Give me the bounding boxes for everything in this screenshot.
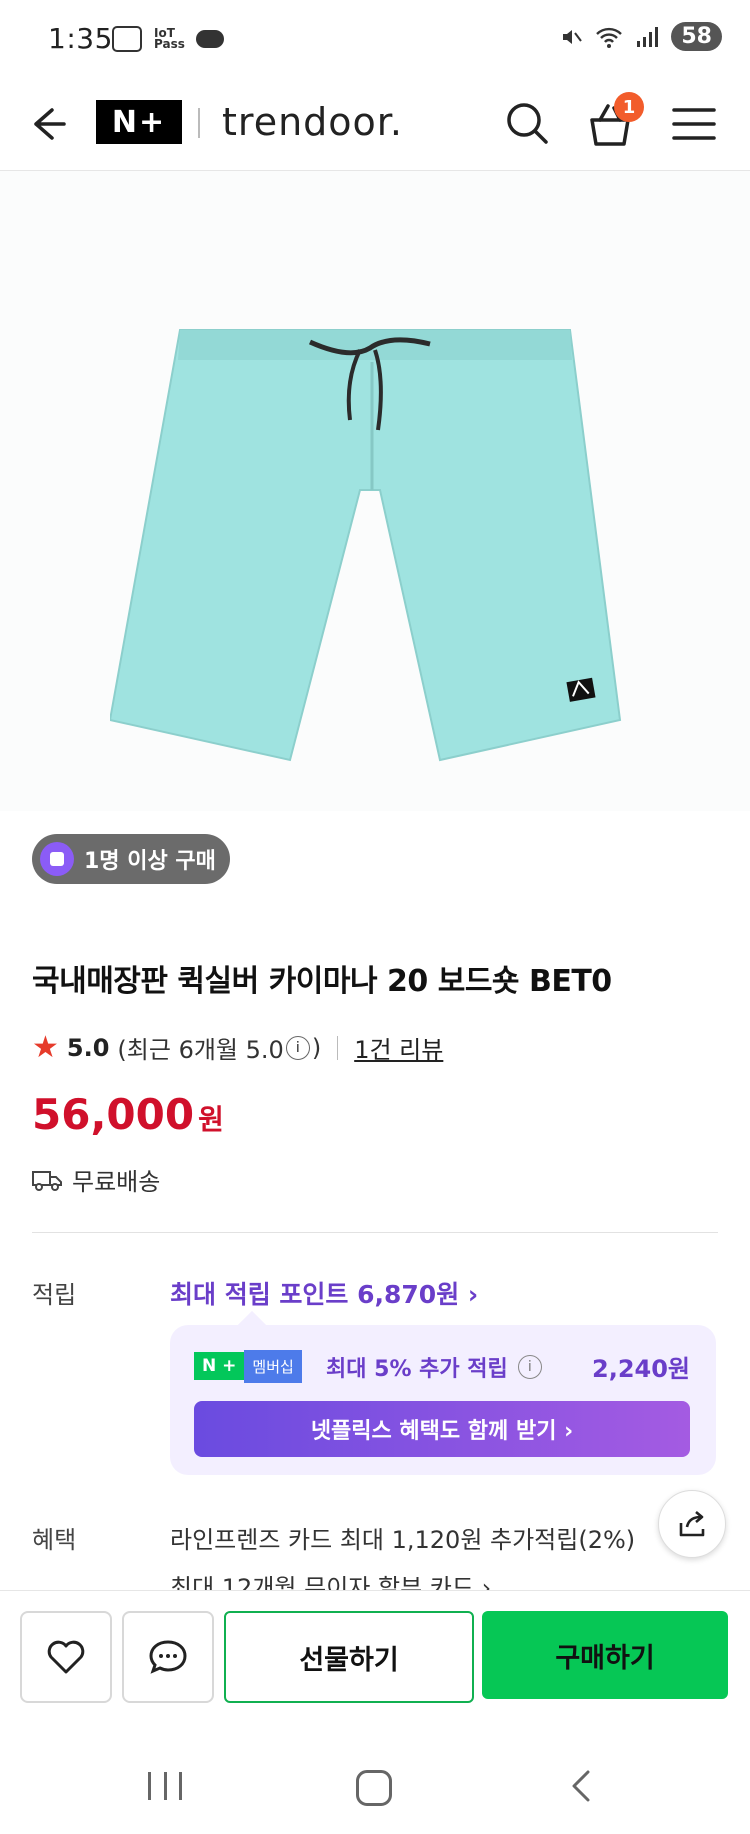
star-icon: ★ — [32, 1030, 59, 1065]
mute-icon — [563, 29, 583, 44]
store-brand-name[interactable]: trendoor. — [222, 100, 403, 144]
screenshot-icon — [112, 26, 142, 52]
cart-button[interactable]: 1 — [580, 92, 644, 154]
share-button[interactable] — [658, 1490, 726, 1558]
status-bar: 1:35 IoT Pass 58 — [0, 0, 750, 80]
extra-points-amount: 2,240원 — [592, 1355, 690, 1383]
promo-caret — [237, 1310, 267, 1340]
rating-score: 5.0 — [66, 1033, 110, 1062]
status-time: 1:35 — [48, 22, 113, 55]
status-right-icons: 58 — [559, 22, 722, 51]
system-navigation-bar — [0, 1734, 750, 1834]
back-arrow-icon[interactable] — [24, 96, 80, 152]
benefits-label: 혜택 — [32, 1526, 77, 1554]
header-divider — [198, 108, 200, 138]
bottom-action-bar: 선물하기 구매하기 — [0, 1590, 750, 1711]
share-icon — [679, 1511, 705, 1537]
signal-icon — [637, 26, 659, 47]
home-icon[interactable] — [356, 1770, 392, 1806]
search-icon[interactable] — [500, 96, 556, 152]
card-benefit-text: 라인프렌즈 카드 최대 1,120원 추가적립(2%) — [170, 1526, 636, 1554]
info-icon[interactable]: i — [517, 1355, 542, 1379]
shipping-text: 무료배송 — [72, 1168, 161, 1196]
product-price: 56,000 원 — [32, 1090, 224, 1139]
np-logo: N + — [194, 1352, 245, 1380]
status-left-icons: IoT Pass — [112, 26, 224, 52]
info-icon[interactable]: i — [285, 1035, 310, 1060]
membership-promo-box: N + 멤버십 최대 5% 추가 적립 i 2,240원 넷플릭스 혜택도 함께… — [170, 1310, 716, 1475]
battery-indicator: 58 — [671, 22, 722, 51]
netflix-benefit-button[interactable]: 넷플릭스 혜택도 함께 받기 › — [194, 1401, 690, 1457]
extra-points-text: 최대 5% 추가 적립 — [326, 1357, 508, 1382]
heart-icon — [47, 1640, 85, 1674]
truck-icon — [32, 1170, 62, 1191]
chat-bubble-icon — [149, 1640, 187, 1674]
product-title: 국내매장판 퀵실버 카이마나 20 보드숏 BET0 — [32, 964, 612, 999]
membership-extra-points: 최대 5% 추가 적립 i — [326, 1351, 542, 1383]
wishlist-button[interactable] — [20, 1611, 112, 1703]
recent-rating-close: ) — [311, 1033, 322, 1062]
membership-label: 멤버십 — [244, 1349, 302, 1383]
chat-icon — [196, 30, 224, 48]
rating-row: ★ 5.0 (최근 6개월 5.0 i ) 1건 리뷰 — [32, 1030, 443, 1065]
iot-pass-icon: IoT Pass — [154, 26, 185, 51]
price-value: 56,000 — [32, 1090, 195, 1139]
chat-inquiry-button[interactable] — [122, 1611, 214, 1703]
section-divider — [32, 1232, 718, 1233]
buy-button[interactable]: 구매하기 — [482, 1611, 728, 1699]
purchase-count-badge: 1명 이상 구매 — [32, 834, 230, 884]
np-membership-badge: N + 멤버십 — [194, 1349, 302, 1383]
product-image-board-shorts[interactable] — [110, 320, 630, 780]
hamburger-menu-icon[interactable] — [666, 96, 722, 152]
purchase-count-text: 1명 이상 구매 — [84, 849, 216, 874]
gift-button[interactable]: 선물하기 — [224, 1611, 474, 1703]
bag-icon — [40, 842, 74, 876]
app-header: N+ trendoor. 1 — [0, 80, 750, 171]
wifi-icon — [596, 27, 623, 48]
rating-divider — [337, 1035, 339, 1060]
points-label: 적립 — [32, 1281, 77, 1309]
naver-plus-logo[interactable]: N+ — [96, 100, 182, 144]
system-back-icon[interactable] — [566, 1768, 598, 1804]
review-count-link[interactable]: 1건 리뷰 — [354, 1030, 443, 1065]
recent-rating: (최근 6개월 5.0 — [117, 1036, 284, 1064]
cart-count-badge: 1 — [614, 92, 644, 122]
price-currency: 원 — [198, 1103, 224, 1136]
max-points-link[interactable]: 최대 적립 포인트 6,870원 › — [170, 1275, 478, 1311]
shipping-info: 무료배송 — [32, 1162, 160, 1197]
recent-apps-icon[interactable] — [148, 1772, 182, 1800]
